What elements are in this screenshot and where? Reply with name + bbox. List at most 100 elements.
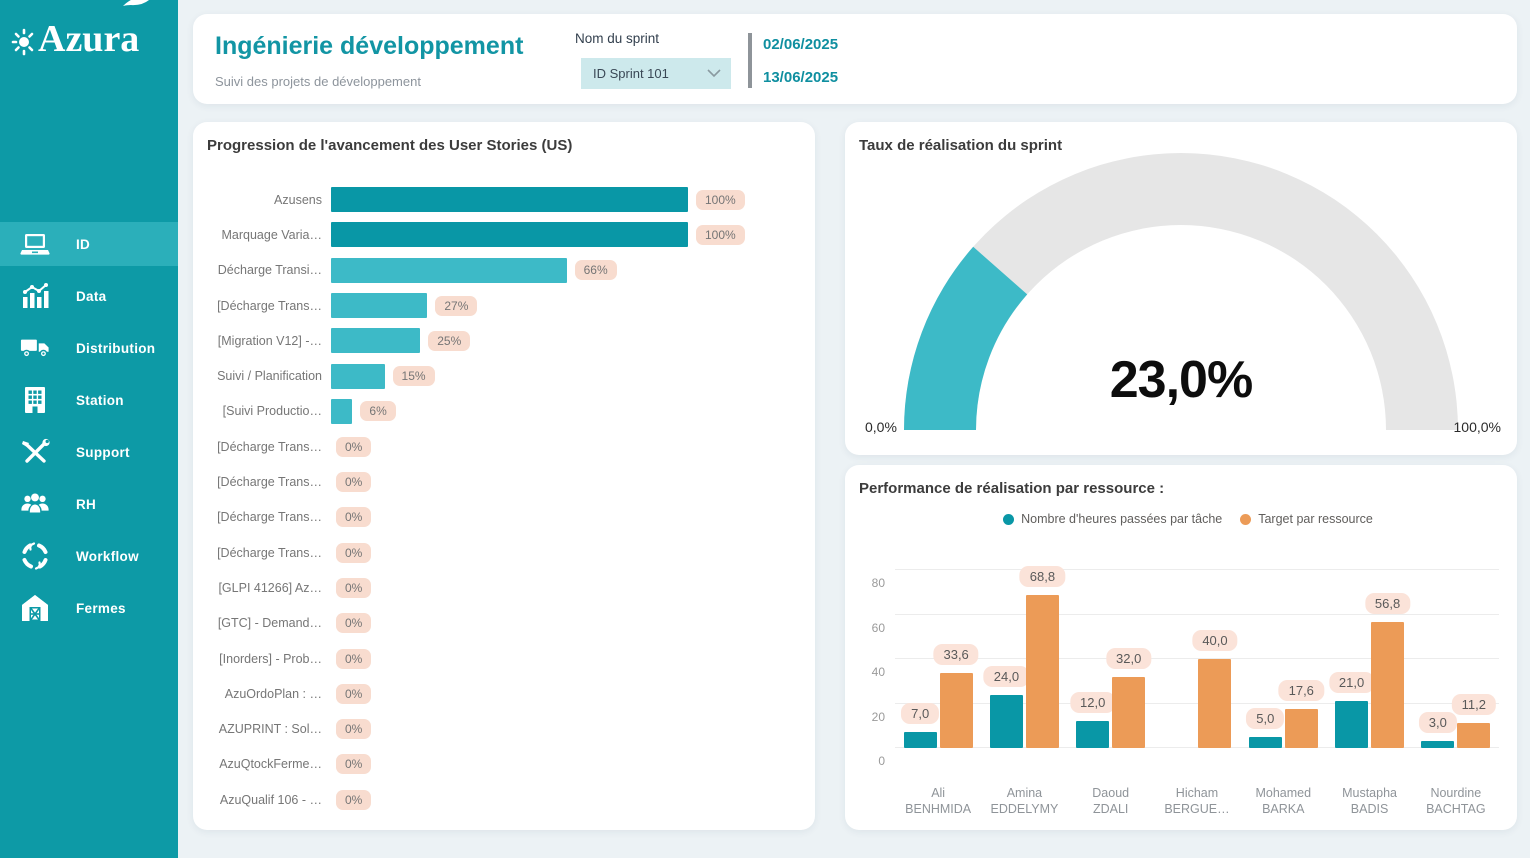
us-row: AzuQtockFerme…0%: [193, 747, 815, 782]
user-stories-chart: Azusens100%Marquage Varia…100%Décharge T…: [193, 182, 815, 817]
bar-group: 5,017,6: [1240, 570, 1326, 748]
us-category-label: Marquage Varia…: [193, 228, 331, 242]
us-category-label: [Décharge Trans…: [193, 510, 331, 524]
user-stories-title: Progression de l'avancement des User Sto…: [207, 137, 572, 154]
bar-group: 3,011,2: [1413, 570, 1499, 748]
hours-bar[interactable]: [1335, 701, 1368, 748]
x-axis-category-label: AminaEDDELYMY: [981, 785, 1067, 818]
target-bar[interactable]: [1371, 622, 1404, 748]
laptop-icon: [20, 229, 50, 259]
us-percent-badge: 66%: [575, 260, 617, 280]
y-tick-label: 0: [878, 754, 885, 768]
sprint-dropdown[interactable]: ID Sprint 101: [581, 58, 731, 89]
y-tick-label: 40: [872, 665, 885, 679]
sidebar-item-distribution[interactable]: Distribution: [0, 326, 178, 370]
us-row: [Décharge Trans…0%: [193, 464, 815, 499]
us-row: [GLPI 41266] Az…0%: [193, 570, 815, 605]
workflow-icon: [20, 541, 50, 571]
target-bar[interactable]: [1285, 709, 1318, 748]
us-percent-badge: 0%: [336, 719, 371, 739]
target-bar[interactable]: [1112, 677, 1145, 748]
value-badge: 5,0: [1246, 708, 1284, 729]
us-percent-badge: 0%: [336, 437, 371, 457]
hours-bar[interactable]: [1249, 737, 1282, 748]
sidebar-item-fermes[interactable]: Fermes: [0, 586, 178, 630]
sidebar-item-label: RH: [76, 497, 96, 512]
hours-bar[interactable]: [1421, 741, 1454, 748]
us-progress-bar[interactable]: [331, 293, 427, 318]
chevron-down-icon: [707, 65, 721, 83]
us-row: Azusens100%: [193, 182, 815, 217]
hours-bar[interactable]: [1076, 721, 1109, 748]
tools-icon: [20, 437, 50, 467]
us-category-label: Suivi / Planification: [193, 369, 331, 383]
us-category-label: [GTC] - Demand…: [193, 616, 331, 630]
sidebar-item-rh[interactable]: RH: [0, 482, 178, 526]
value-badge: 21,0: [1329, 672, 1374, 693]
performance-chart: 0204060807,033,624,068,812,032,040,05,01…: [895, 570, 1499, 748]
sidebar-item-label: ID: [76, 237, 90, 252]
legend-dot-hours: [1003, 514, 1014, 525]
value-badge: 40,0: [1192, 630, 1237, 651]
us-category-label: [GLPI 41266] Az…: [193, 581, 331, 595]
y-tick-label: 80: [872, 576, 885, 590]
sidebar-item-id[interactable]: ID: [0, 222, 178, 266]
us-row: [Décharge Trans…27%: [193, 288, 815, 323]
us-row: [Décharge Trans… 0%: [193, 429, 815, 464]
hours-bar[interactable]: [990, 695, 1023, 748]
azura-logo: Azura: [0, 0, 178, 65]
value-badge: 11,2: [1452, 694, 1496, 715]
user-stories-panel: Progression de l'avancement des User Sto…: [193, 122, 815, 830]
sidebar-item-label: Data: [76, 289, 106, 304]
legend-label-hours: Nombre d'heures passées par tâche: [1021, 512, 1222, 526]
x-axis-category-label: NourdineBACHTAG: [1413, 785, 1499, 818]
us-category-label: Azusens: [193, 193, 331, 207]
x-axis-category-label: MustaphaBADIS: [1326, 785, 1412, 818]
us-category-label: AzuQtockFerme…: [193, 757, 331, 771]
us-progress-bar[interactable]: [331, 258, 567, 283]
sidebar-item-station[interactable]: Station: [0, 378, 178, 422]
header-divider: [748, 33, 752, 88]
sidebar-nav: ID Data Distribution Station Support RH Workfl…: [0, 222, 178, 638]
target-bar[interactable]: [1198, 659, 1231, 748]
barn-icon: [20, 593, 50, 623]
legend-label-target: Target par ressource: [1258, 512, 1373, 526]
value-badge: 32,0: [1106, 648, 1151, 669]
us-progress-bar[interactable]: [331, 187, 688, 212]
sidebar-item-label: Distribution: [76, 341, 155, 356]
sidebar-item-label: Station: [76, 393, 124, 408]
value-badge: 56,8: [1365, 593, 1410, 614]
target-bar[interactable]: [1457, 723, 1490, 748]
us-progress-bar[interactable]: [331, 328, 420, 353]
us-category-label: AZUPRINT : Sol…: [193, 722, 331, 736]
us-percent-badge: 0%: [336, 613, 371, 633]
hours-bar[interactable]: [904, 732, 937, 748]
us-row: AzuOrdoPlan : …0%: [193, 676, 815, 711]
us-category-label: [Décharge Trans…: [193, 546, 331, 560]
us-category-label: [Décharge Trans…: [193, 440, 331, 454]
legend-dot-target: [1240, 514, 1251, 525]
dashboard-root: Azura ID Data Distribution Station Support RH…: [0, 0, 1530, 858]
us-percent-badge: 25%: [428, 331, 470, 351]
sidebar-item-label: Fermes: [76, 601, 126, 616]
people-icon: [20, 489, 50, 519]
target-bar[interactable]: [940, 673, 973, 748]
us-progress-bar[interactable]: [331, 399, 352, 424]
sprint-end-date: 13/06/2025: [763, 69, 838, 86]
sidebar-item-support[interactable]: Support: [0, 430, 178, 474]
sprint-dropdown-value: ID Sprint 101: [593, 66, 669, 81]
us-row: [Décharge Trans…0%: [193, 500, 815, 535]
us-category-label: [Inorders] - Prob…: [193, 652, 331, 666]
sidebar-item-data[interactable]: Data: [0, 274, 178, 318]
sidebar-item-workflow[interactable]: Workflow: [0, 534, 178, 578]
target-bar[interactable]: [1026, 595, 1059, 748]
us-row: AzuQualif 106 - …0%: [193, 782, 815, 817]
us-category-label: AzuOrdoPlan : …: [193, 687, 331, 701]
sun-icon: [8, 20, 38, 65]
logo-wordmark: Azura: [38, 20, 139, 58]
y-tick-label: 60: [872, 621, 885, 635]
us-progress-bar[interactable]: [331, 222, 688, 247]
page-title: Ingénierie développement: [215, 32, 523, 61]
building-icon: [20, 385, 50, 415]
us-progress-bar[interactable]: [331, 364, 385, 389]
